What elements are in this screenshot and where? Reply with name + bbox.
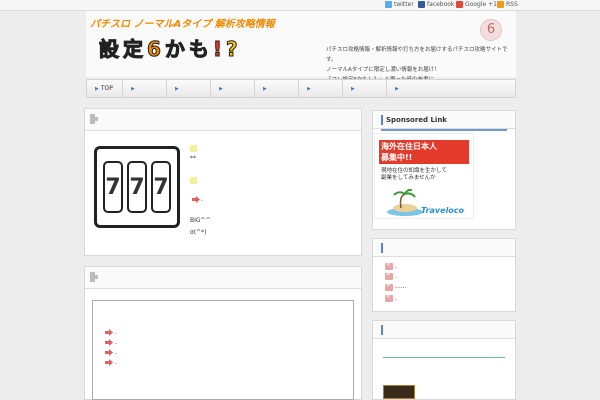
logo-char: ! [212, 37, 223, 62]
nav-arrow-icon: ▶ [307, 85, 311, 92]
nav-item[interactable]: ▶ [211, 80, 255, 97]
nav-arrow-icon: ▶ [263, 85, 267, 92]
post-text: . [201, 196, 203, 203]
list-item[interactable]: . [115, 349, 117, 356]
arrow-icon [105, 329, 113, 336]
widget-link[interactable]: . [395, 295, 397, 302]
nav-item[interactable]: ▶ [255, 80, 299, 97]
rss-link[interactable]: RSS [497, 1, 518, 8]
ad-brand-logo: Traveloco [421, 206, 465, 215]
post-text: σ(^*) [190, 229, 207, 236]
sponsored-title: Sponsored Link [386, 116, 447, 124]
nav-item[interactable]: ▶ [343, 80, 387, 97]
nav-item[interactable]: ▶ [387, 80, 431, 97]
logo-char: 設 [99, 37, 120, 62]
sponsored-box: Sponsored Link 海外在住日本人 募集中!! 現地在住の知識を生かし… [372, 110, 516, 230]
nav-arrow-icon: ▶ [395, 85, 399, 92]
divider-line [383, 357, 505, 358]
site-header: パチスロ ノーマルAタイプ 解析攻略情報 設 定 6 か も ! ? 6 パチス… [86, 11, 516, 83]
arrow-icon [105, 359, 113, 366]
site-tagline: パチスロ ノーマルAタイプ 解析攻略情報 [90, 19, 275, 30]
widget-link[interactable]: ...... [395, 283, 406, 290]
logo-char: ? [226, 37, 239, 62]
facebook-icon [418, 1, 425, 8]
setting-six-badge: 6 [480, 19, 502, 41]
ad-headline-2: 募集中!! [381, 153, 413, 162]
ad-sub-2: 副業をしてみませんか [381, 175, 436, 181]
arrow-icon [105, 339, 113, 346]
list-item[interactable]: . [115, 359, 117, 366]
logo-char: 6 [147, 37, 162, 62]
logo-char: か [164, 37, 185, 62]
logo-char: も [188, 37, 209, 62]
facebook-label: facebook [427, 1, 455, 8]
site-logo[interactable]: 設 定 6 か も ! ? [98, 37, 239, 62]
ad-headline-1: 海外在住日本人 [381, 142, 437, 151]
main-nav: ▶ TOP ▶ ▶ ▶ ▶ ▶ ▶ ▶ [86, 79, 516, 98]
widget-link[interactable]: . [395, 273, 397, 280]
sponsored-header: Sponsored Link [373, 111, 515, 129]
social-bar: twitter facebook Google +1 RSS [0, 0, 600, 11]
nav-arrow-icon: ▶ [219, 85, 223, 92]
post-header [85, 267, 361, 289]
rss-label: RSS [506, 1, 518, 8]
list-item[interactable]: . [115, 339, 117, 346]
google-plus-link[interactable]: Google +1 [456, 1, 497, 8]
nav-label: TOP [100, 85, 113, 92]
facebook-link[interactable]: facebook [418, 1, 454, 8]
ad-banner[interactable]: 海外在住日本人 募集中!! 現地在住の知識を生かして 副業をしてみませんか Tr… [374, 133, 474, 219]
post-header-icon [90, 272, 98, 282]
sidebar-widget-3 [372, 320, 516, 400]
accent-bar [381, 115, 383, 125]
ad-headline: 海外在住日本人 募集中!! [379, 140, 469, 164]
nav-arrow-icon: ▶ [175, 85, 179, 92]
widget-link[interactable]: . [395, 263, 397, 270]
nav-arrow-icon: ▶ [351, 85, 355, 92]
reel-seven: 7 [127, 161, 147, 213]
post-text: BIG^^ [190, 217, 211, 224]
post-header-icon [90, 114, 98, 124]
desc-line: ノーマルAタイプに限定し濃い情報をお届け！ [326, 67, 440, 73]
logo-char: 定 [123, 37, 144, 62]
arrow-icon [385, 260, 393, 270]
twitter-label: twitter [394, 1, 414, 8]
banner-thumbnail[interactable] [383, 385, 415, 399]
ad-sub-1: 現地在住の知識を生かして [381, 168, 447, 174]
ad-subtext: 現地在住の知識を生かして 副業をしてみませんか [381, 168, 447, 182]
arrow-icon [385, 281, 393, 291]
post-content-box: . . . . [92, 300, 354, 400]
accent-bar [381, 325, 383, 335]
widget-header [373, 239, 515, 257]
post-header [85, 109, 361, 131]
nav-item[interactable]: ▶ [167, 80, 211, 97]
reel-seven: 7 [151, 161, 171, 213]
nav-arrow-icon: ▶ [95, 85, 99, 92]
bullet-square [190, 145, 197, 152]
google-plus-icon [456, 1, 463, 8]
desc-line: パチスロ攻略情報・解析情報や打ち方をお届けするパチスロ攻略サイトです。 [326, 47, 508, 63]
reel-seven: 7 [103, 161, 123, 213]
rss-icon [497, 1, 504, 8]
slot-reels-image: 7 7 7 [94, 146, 180, 228]
widget-header [373, 321, 515, 339]
list-item[interactable]: . [115, 329, 117, 336]
nav-item[interactable]: ▶ [299, 80, 343, 97]
arrow-icon [385, 270, 393, 280]
bullet-square [190, 177, 197, 184]
twitter-icon [385, 1, 392, 8]
nav-item[interactable]: ▶ [123, 80, 167, 97]
nav-item-top[interactable]: ▶ TOP [87, 80, 123, 97]
sidebar-widget: . . ...... . [372, 238, 516, 312]
twitter-link[interactable]: twitter [385, 1, 414, 8]
island-illustration [387, 188, 423, 216]
arrow-icon [385, 292, 393, 302]
nav-arrow-icon: ▶ [131, 85, 135, 92]
arrow-icon [105, 349, 113, 356]
post-text: ** [190, 155, 196, 162]
accent-bar [381, 243, 383, 253]
accent-divider [381, 129, 507, 131]
arrow-icon [192, 196, 200, 203]
google-plus-label: Google +1 [465, 1, 497, 8]
